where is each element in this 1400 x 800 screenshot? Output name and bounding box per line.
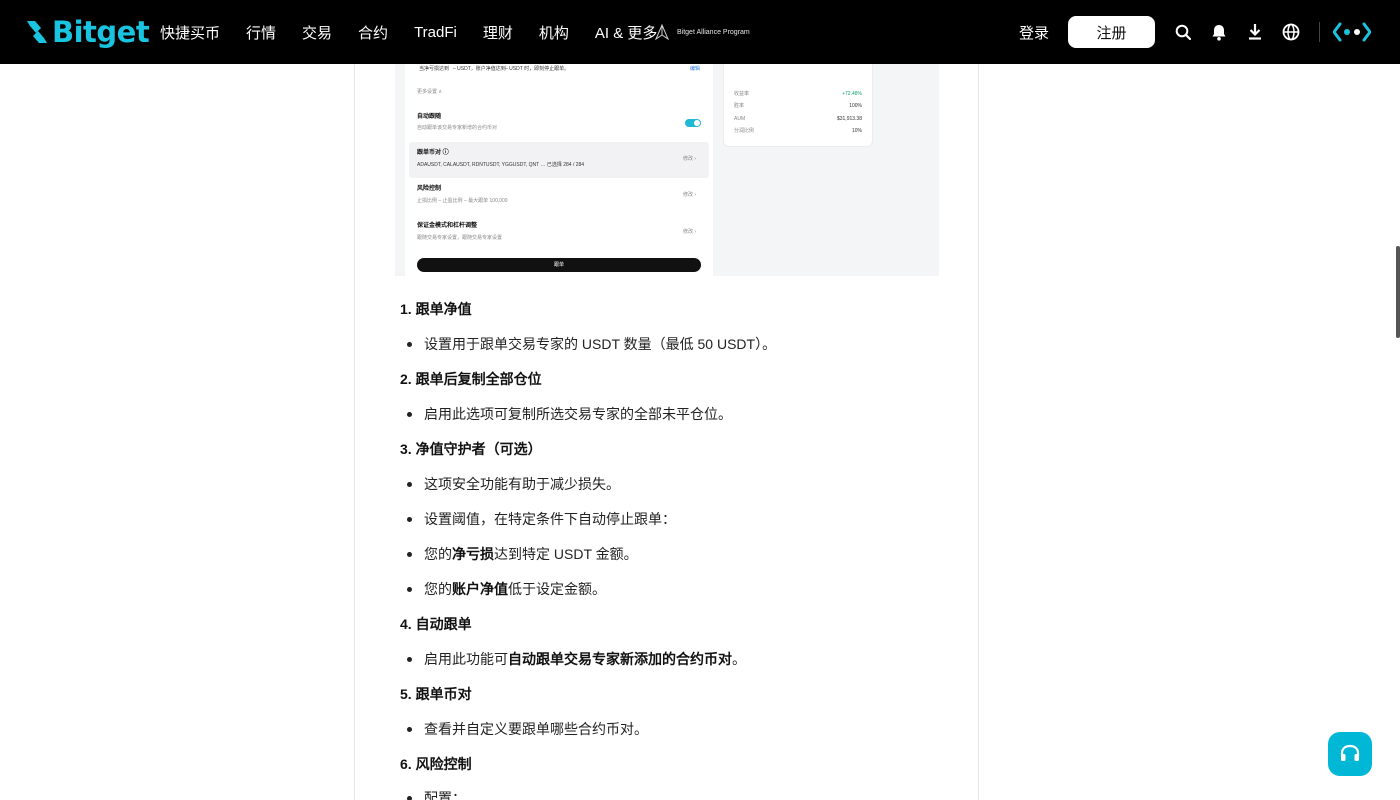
shot-margin-title: 保证金模式和杠杆调整: [417, 223, 478, 229]
text-span: 您的: [424, 546, 452, 562]
nav-earn[interactable]: 理财: [483, 22, 513, 43]
page-scrollbar-thumb[interactable]: [1396, 246, 1400, 338]
logo-text: Bitget: [52, 15, 150, 49]
list-item: 设置阈值，在特定条件下自动停止跟单：: [407, 511, 676, 527]
shot-pairs-list: ADAUSDT, CALAUSDT, RDNTUSDT, YGGUSDT, QN…: [417, 162, 585, 168]
nav-tradfi[interactable]: TradFi: [414, 24, 457, 41]
list-item-auto-follow: 启用此功能可自动跟单交易专家新添加的合约币对。: [407, 649, 746, 669]
section-heading-pairs: 5. 跟单币对: [400, 686, 472, 702]
list-item: 设置用于跟单交易专家的 USDT 数量（最低 50 USDT）。: [406, 336, 777, 352]
shot-stat-label: 分润比例: [734, 128, 755, 134]
article-body: 当净亏损达到 – USDT，账户净值达到 – USDT 时，即刻停止跟单。 编辑…: [354, 64, 979, 800]
login-link[interactable]: 登录: [1019, 22, 1049, 43]
list-item-net-loss: 您的净亏损达到特定 USDT 金额。: [407, 544, 638, 564]
shot-top-line-b: – USDT，账户净值达到: [453, 66, 506, 72]
bold-text: 账户净值: [452, 581, 508, 597]
text-span: 启用此功能可: [424, 651, 508, 667]
shot-pairs-action: 修改 ›: [683, 156, 697, 162]
shot-trader-stats: 收益率 +72.48% 胜率 100% AUM $31,913.38 分润比例 …: [723, 64, 873, 147]
list-item: 启用此选项可复制所选交易专家的全部未平仓位。: [407, 406, 732, 422]
headset-icon: [1340, 744, 1360, 761]
shot-edit-link: 编辑: [690, 66, 701, 72]
shot-risk-action: 修改 ›: [683, 192, 697, 198]
settings-screenshot-panel: 当净亏损达到 – USDT，账户净值达到 – USDT 时，即刻停止跟单。 编辑…: [405, 64, 713, 276]
nav-quick-buy[interactable]: 快捷买币: [160, 22, 220, 43]
bold-text: 净亏损: [452, 546, 494, 562]
shot-auto-follow-toggle: [685, 119, 701, 127]
nav-institutional[interactable]: 机构: [539, 22, 569, 43]
shot-pairs-title: 跟单币对 ⓘ: [417, 150, 449, 156]
main-nav: 快捷买币 行情 交易 合约 TradFi 理财 机构 AI & 更多: [160, 0, 683, 64]
search-icon[interactable]: [1173, 22, 1193, 42]
shot-margin-action: 修改 ›: [683, 229, 697, 235]
text-span: 低于设定金额。: [508, 581, 606, 597]
section-heading-equity-guardian: 3. 净值守护者（可选）: [400, 441, 542, 457]
nav-futures[interactable]: 合约: [358, 22, 388, 43]
shot-top-line-c: – USDT 时，即刻停止跟单。: [505, 66, 570, 72]
customer-support-button[interactable]: [1328, 732, 1372, 776]
list-item-account-equity: 您的账户净值低于设定金额。: [407, 579, 606, 599]
shot-margin-desc: 跟随交易专家设置，跟随交易专家设置: [417, 235, 503, 241]
section-heading-equity: 1. 跟单净值: [400, 301, 472, 317]
shot-stat-value: 100%: [849, 103, 862, 109]
shot-top-line-a: 当净亏损达到: [419, 66, 450, 72]
bitget-logo-icon: [27, 21, 47, 43]
globe-icon[interactable]: [1281, 22, 1301, 42]
top-navigation-bar: Bitget 快捷买币 行情 交易 合约 TradFi 理财 机构 AI & 更…: [0, 0, 1400, 64]
shot-stat-value: $31,913.38: [836, 116, 862, 122]
shot-stat-value: 10%: [851, 128, 862, 134]
download-icon[interactable]: [1245, 22, 1265, 42]
alliance-program-link[interactable]: Bitget Alliance Program: [655, 22, 750, 42]
bell-icon[interactable]: [1209, 22, 1229, 42]
toolbar-divider: [1319, 22, 1320, 42]
section-heading-auto-follow: 4. 自动跟单: [400, 616, 472, 632]
alliance-program-text: Bitget Alliance Program: [677, 28, 750, 36]
text-span: 您的: [424, 581, 452, 597]
settings-screenshot: 当净亏损达到 – USDT，账户净值达到 – USDT 时，即刻停止跟单。 编辑…: [395, 64, 939, 276]
shot-auto-follow-desc: 自动跟单该交易专家新增的合约币对: [417, 125, 498, 131]
section-heading-copy-positions: 2. 跟单后复制全部仓位: [400, 371, 542, 387]
text-span: 。: [732, 651, 746, 667]
bold-text: 自动跟单交易专家新添加的合约币对: [508, 651, 732, 667]
nav-trade[interactable]: 交易: [302, 22, 332, 43]
shot-stat-label: 收益率: [734, 91, 750, 97]
brand-mark-icon[interactable]: [1332, 22, 1372, 42]
shot-stat-label: AUM: [734, 116, 746, 122]
register-button[interactable]: 注册: [1068, 16, 1155, 48]
shot-stat-label: 胜率: [734, 103, 745, 109]
nav-ai-more[interactable]: AI & 更多: [595, 22, 658, 43]
bitget-logo[interactable]: Bitget: [24, 15, 150, 49]
shot-risk-title: 风险控制: [417, 186, 442, 192]
shot-risk-desc: 止损比例 – 止盈比例 – 最大跟单 100,000: [417, 198, 508, 204]
shot-follow-button: 跟单: [417, 258, 701, 272]
alliance-logo-icon: [655, 24, 669, 40]
shot-auto-follow-title: 自动跟随: [417, 114, 442, 120]
nav-markets[interactable]: 行情: [246, 22, 276, 43]
shot-stat-value: +72.48%: [842, 91, 862, 97]
shot-more-settings: 更多设置 ∧: [417, 89, 443, 95]
text-span: 达到特定 USDT 金额。: [494, 546, 638, 562]
section-heading-risk-control: 6. 风险控制: [400, 756, 472, 772]
list-item: 配置：: [407, 788, 466, 800]
shot-pairs-highlight: [409, 142, 709, 178]
list-item: 查看并自定义要跟单哪些合约币对。: [407, 721, 648, 737]
list-item: 这项安全功能有助于减少损失。: [407, 476, 620, 492]
